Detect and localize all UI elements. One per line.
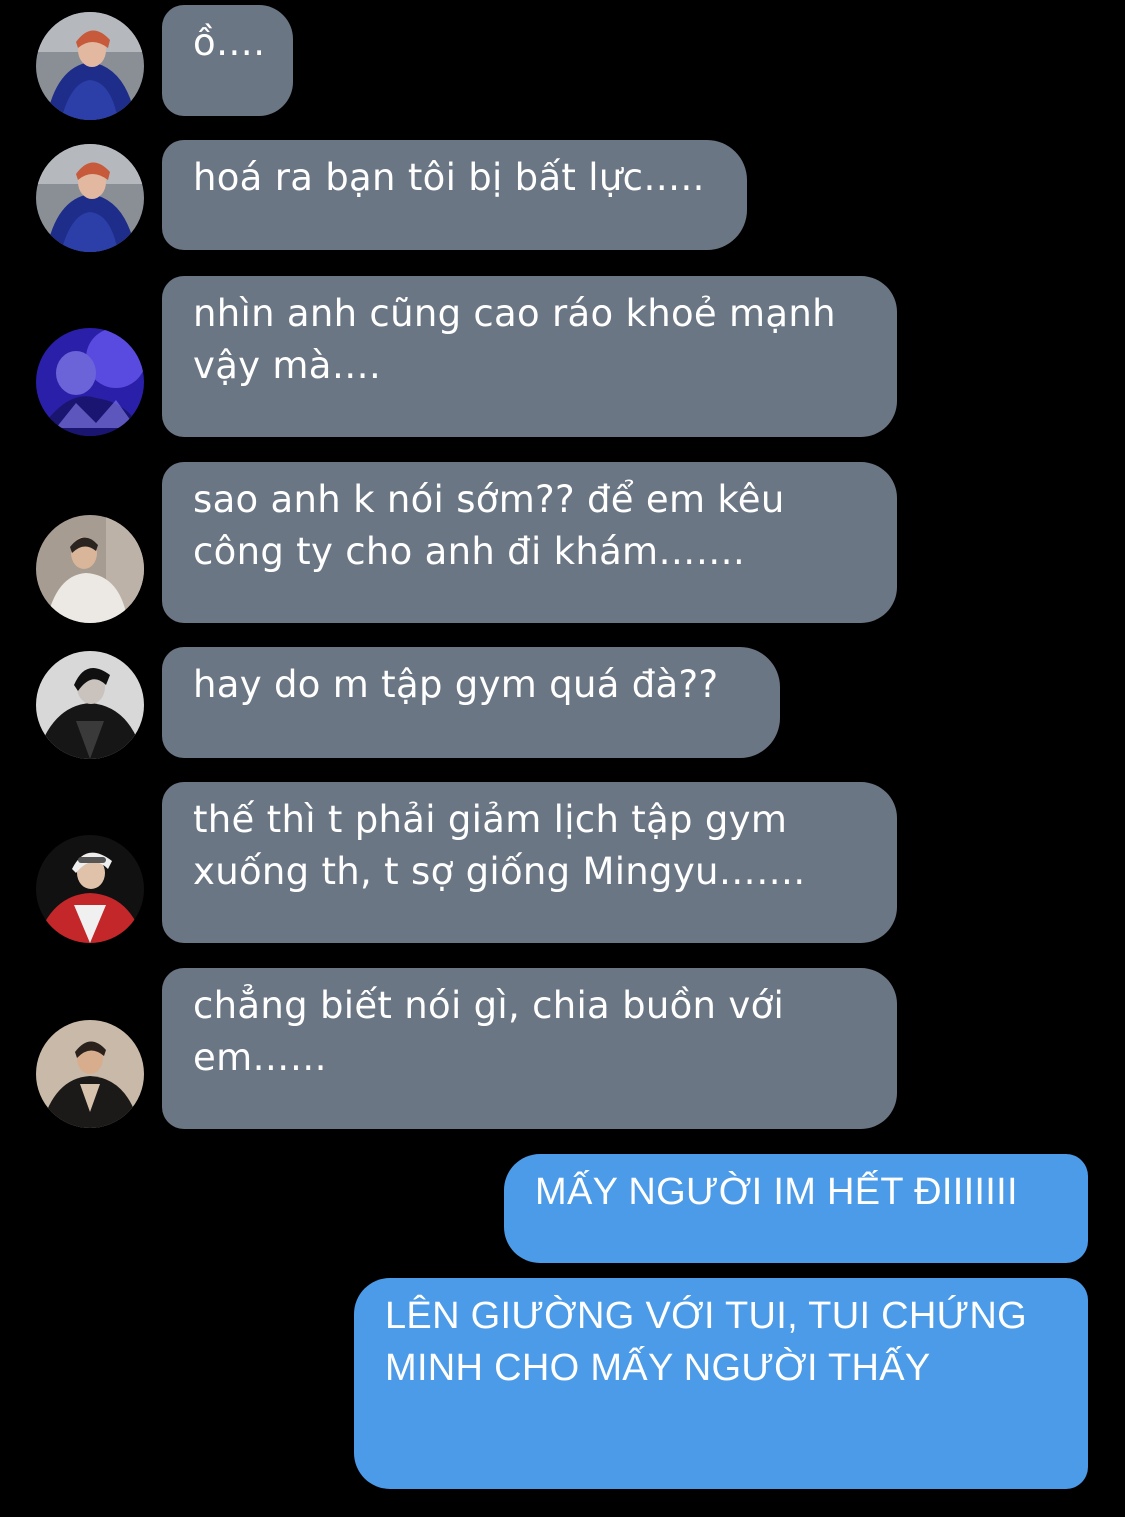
avatar-blue-sweater-icon (36, 12, 144, 120)
avatar[interactable] (36, 328, 144, 436)
avatar-purple-light-icon (36, 328, 144, 436)
avatar[interactable] (36, 515, 144, 623)
avatar-black-jacket-icon (36, 651, 144, 759)
avatar[interactable] (36, 651, 144, 759)
message-row: chẳng biết nói gì, chia buồn với em…… (0, 968, 1125, 1130)
message-row: ồ…. (0, 5, 1125, 120)
message-row: sao anh k nói sớm?? để em kêu công ty ch… (0, 462, 1125, 624)
message-row: nhìn anh cũng cao ráo khoẻ mạnh vậy mà…. (0, 276, 1125, 438)
message-row: hoá ra bạn tôi bị bất lực….. (0, 140, 1125, 252)
message-row: MẤY NGƯỜI IM HẾT ĐIIIIIII (0, 1154, 1125, 1264)
message-bubble[interactable]: MẤY NGƯỜI IM HẾT ĐIIIIIII (504, 1154, 1088, 1263)
message-bubble[interactable]: LÊN GIƯỜNG VỚI TUI, TUI CHỨNG MINH CHO M… (354, 1278, 1088, 1489)
avatar-blue-sweater-icon (36, 144, 144, 252)
message-bubble[interactable]: nhìn anh cũng cao ráo khoẻ mạnh vậy mà…. (162, 276, 897, 437)
message-bubble[interactable]: ồ…. (162, 5, 293, 116)
avatar[interactable] (36, 835, 144, 943)
message-bubble[interactable]: thế thì t phải giảm lịch tập gym xuống t… (162, 782, 897, 943)
avatar[interactable] (36, 12, 144, 120)
message-row: thế thì t phải giảm lịch tập gym xuống t… (0, 782, 1125, 944)
avatar-red-jacket-icon (36, 835, 144, 943)
avatar[interactable] (36, 144, 144, 252)
message-bubble[interactable]: sao anh k nói sớm?? để em kêu công ty ch… (162, 462, 897, 623)
avatar[interactable] (36, 1020, 144, 1128)
message-bubble[interactable]: chẳng biết nói gì, chia buồn với em…… (162, 968, 897, 1129)
message-bubble[interactable]: hay do m tập gym quá đà?? (162, 647, 780, 758)
avatar-white-shirt-icon (36, 515, 144, 623)
message-row: hay do m tập gym quá đà?? (0, 647, 1125, 759)
message-row: LÊN GIƯỜNG VỚI TUI, TUI CHỨNG MINH CHO M… (0, 1278, 1125, 1490)
message-bubble[interactable]: hoá ra bạn tôi bị bất lực….. (162, 140, 747, 250)
avatar-black-suit-icon (36, 1020, 144, 1128)
